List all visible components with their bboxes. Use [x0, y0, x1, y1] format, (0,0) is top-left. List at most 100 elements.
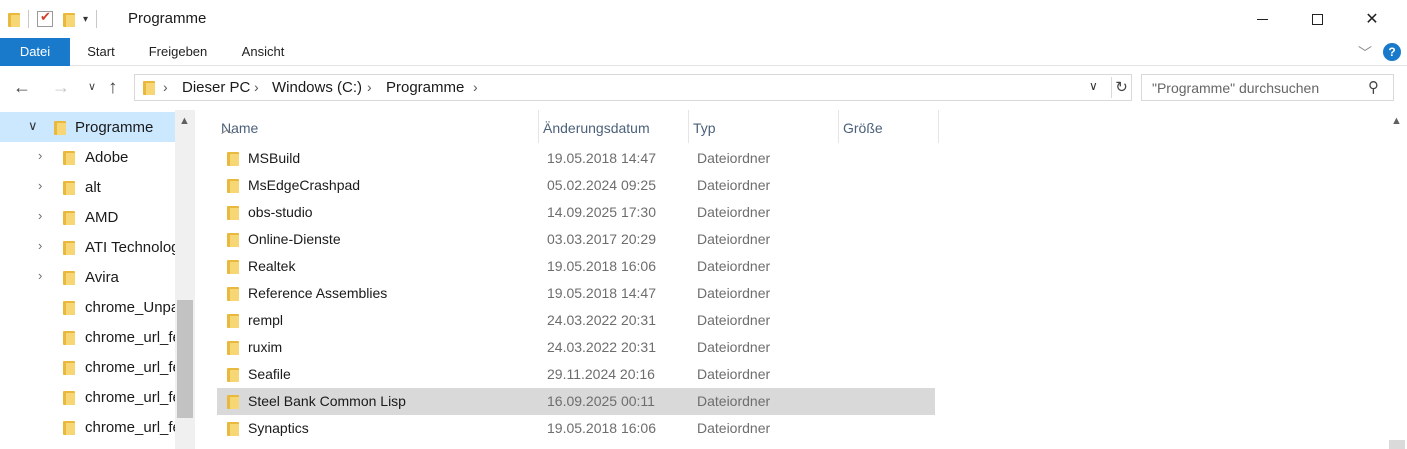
column-header-name[interactable]: Name ︿ [217, 110, 539, 143]
folder-icon [227, 232, 239, 247]
tree-item-label: chrome_url_fe [85, 389, 175, 406]
file-modified-date: 05.02.2024 09:25 [547, 177, 656, 193]
file-type: Dateiordner [697, 393, 771, 409]
chevron-right-icon[interactable]: › [38, 208, 42, 223]
maximize-button[interactable] [1290, 0, 1344, 38]
folder-icon [227, 286, 239, 301]
file-row[interactable]: Steel Bank Common Lisp 16.09.2025 00:11 Da… [217, 388, 935, 415]
navigation-bar: ← → ∨ ↑ › Dieser PC › Windows (C:) › Pro… [0, 66, 1407, 110]
tab-ansicht[interactable]: Ansicht [228, 38, 298, 66]
tree-item[interactable]: chrome_url_fe [0, 322, 175, 352]
breadcrumb-dieser-pc[interactable]: Dieser PC [182, 79, 250, 96]
refresh-icon[interactable]: ↻ [1111, 77, 1131, 98]
file-row[interactable]: Realtek 19.05.2018 16:06 Dateiordner [217, 253, 935, 280]
search-icon[interactable]: ⚲ [1368, 78, 1379, 96]
tree-item[interactable]: ∨ Programme [0, 112, 175, 142]
tree-scrollbar[interactable]: ▲ [175, 110, 195, 449]
file-modified-date: 24.03.2022 20:31 [547, 339, 656, 355]
file-row[interactable]: rempl 24.03.2022 20:31 Dateiordner [217, 307, 935, 334]
column-divider[interactable] [938, 110, 939, 143]
scroll-up-icon[interactable]: ▲ [1391, 115, 1402, 127]
minimize-button[interactable] [1235, 0, 1289, 38]
column-header-size[interactable]: Größe [839, 110, 939, 143]
help-icon[interactable]: ? [1383, 43, 1401, 61]
breadcrumb-programme[interactable]: Programme [386, 79, 464, 96]
breadcrumb-separator-icon[interactable]: › [367, 79, 372, 95]
search-input[interactable]: "Programme" durchsuchen ⚲ [1141, 74, 1394, 101]
tab-datei[interactable]: Datei [0, 38, 70, 66]
file-type: Dateiordner [697, 177, 771, 193]
folder-icon [63, 150, 75, 165]
tree-item[interactable]: chrome_url_fe [0, 352, 175, 382]
breadcrumb-windows-c[interactable]: Windows (C:) [272, 79, 362, 96]
file-row[interactable]: ruxim 24.03.2022 20:31 Dateiordner [217, 334, 935, 361]
column-header-date[interactable]: Änderungsdatum [539, 110, 689, 143]
file-name: Reference Assemblies [248, 285, 388, 301]
file-row[interactable]: MSBuild 19.05.2018 14:47 Dateiordner [217, 145, 935, 172]
file-name: MSBuild [248, 150, 301, 166]
folder-icon [63, 240, 75, 255]
chevron-right-icon[interactable]: › [38, 238, 42, 253]
folder-icon [227, 178, 239, 193]
file-row[interactable]: obs-studio 14.09.2025 17:30 Dateiordner [217, 199, 935, 226]
chevron-right-icon[interactable]: › [38, 268, 42, 283]
address-bar[interactable]: › Dieser PC › Windows (C:) › Programme ›… [134, 74, 1132, 101]
minimize-icon [1256, 18, 1268, 20]
new-folder-icon[interactable] [63, 12, 75, 27]
scroll-up-icon[interactable]: ▲ [179, 115, 190, 127]
file-type: Dateiordner [697, 339, 771, 355]
file-row[interactable]: Seafile 29.11.2024 20:16 Dateiordner [217, 361, 935, 388]
navigation-tree: ∨ Programme › Adobe › alt › AMD › ATI Technolog › A… [0, 110, 195, 449]
tree-item[interactable]: chrome_Unpa [0, 292, 175, 322]
column-label: Größe [843, 120, 883, 136]
close-button[interactable]: ✕ [1345, 0, 1399, 38]
file-modified-date: 19.05.2018 16:06 [547, 258, 656, 274]
file-type: Dateiordner [697, 366, 771, 382]
breadcrumb-separator-icon[interactable]: › [473, 79, 478, 95]
chevron-right-icon[interactable]: › [38, 148, 42, 163]
breadcrumb-separator-icon[interactable]: › [254, 79, 259, 95]
chevron-down-icon[interactable]: ∨ [28, 118, 38, 134]
file-type: Dateiordner [697, 312, 771, 328]
tree-item[interactable]: › Adobe [0, 142, 175, 172]
file-name: Online-Dienste [248, 231, 341, 247]
tree-item[interactable]: chrome_url_fe [0, 382, 175, 412]
recent-locations-chevron-icon[interactable]: ∨ [88, 80, 96, 93]
chevron-right-icon[interactable]: › [38, 178, 42, 193]
folder-icon [227, 151, 239, 166]
window-title: Programme [128, 10, 207, 27]
tree-item[interactable]: › AMD [0, 202, 175, 232]
quick-access-toolbar: ▾ [8, 9, 105, 29]
file-row[interactable]: Synaptics 19.05.2018 16:06 Dateiordner [217, 415, 935, 442]
tree-item[interactable]: › alt [0, 172, 175, 202]
column-label: Änderungsdatum [543, 120, 650, 136]
file-row[interactable]: Reference Assemblies 19.05.2018 14:47 Date… [217, 280, 935, 307]
forward-arrow-icon[interactable]: → [52, 77, 70, 98]
folder-icon [54, 120, 66, 135]
tab-start[interactable]: Start [72, 38, 130, 66]
scrollbar-thumb[interactable] [177, 300, 193, 418]
expand-ribbon-chevron-icon[interactable]: ﹀ [1358, 43, 1372, 63]
file-type: Dateiordner [697, 420, 771, 436]
file-type: Dateiordner [697, 150, 771, 166]
tree-item[interactable]: chrome_url_fe [0, 412, 175, 442]
tab-freigeben[interactable]: Freigeben [135, 38, 221, 66]
breadcrumb-separator-icon[interactable]: › [163, 79, 168, 95]
file-row[interactable]: Online-Dienste 03.03.2017 20:29 Dateiordne… [217, 226, 935, 253]
back-arrow-icon[interactable]: ← [13, 77, 31, 98]
file-name: MsEdgeCrashpad [248, 177, 361, 193]
file-row[interactable]: MsEdgeCrashpad 05.02.2024 09:25 Dateiordne… [217, 172, 935, 199]
scrollbar-thumb[interactable] [1389, 440, 1405, 449]
tree-item[interactable]: › ATI Technolog [0, 232, 175, 262]
column-header-type[interactable]: Typ [689, 110, 839, 143]
file-list: Name ︿ Änderungsdatum Typ Größe MSBuild 1… [217, 110, 1387, 449]
properties-icon[interactable] [37, 9, 53, 27]
customize-dropdown-icon[interactable]: ▾ [83, 14, 88, 25]
tree-item-label: AMD [85, 209, 119, 226]
file-list-scrollbar[interactable]: ▲ [1387, 110, 1407, 449]
tree-item[interactable]: › Avira [0, 262, 175, 292]
folder-icon [8, 12, 20, 27]
up-arrow-icon[interactable]: ↑ [108, 77, 118, 99]
file-type: Dateiordner [697, 231, 771, 247]
address-dropdown-chevron-icon[interactable]: ∨ [1089, 79, 1098, 93]
